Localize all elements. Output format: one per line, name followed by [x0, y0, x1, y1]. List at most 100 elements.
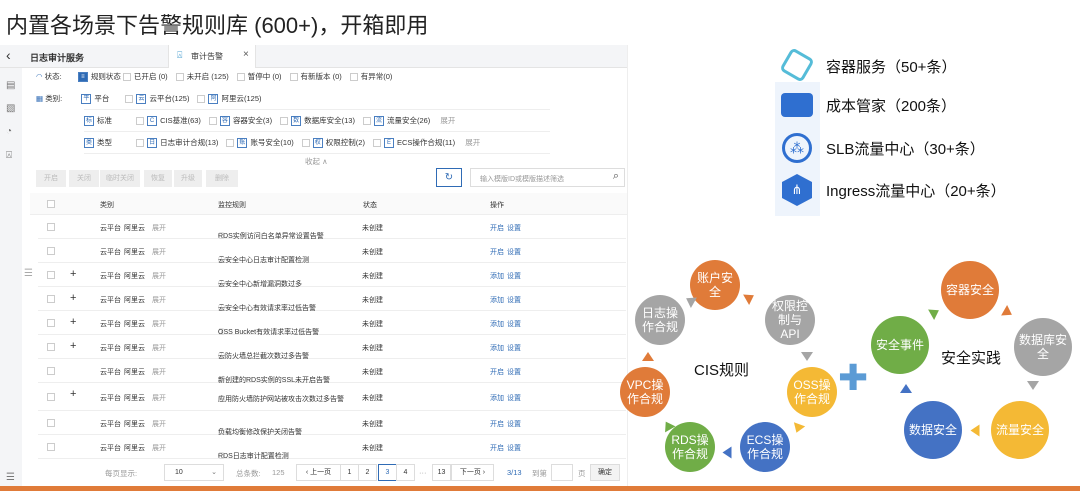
- filter-option[interactable]: 权权限控制(2): [301, 138, 365, 149]
- action-primary[interactable]: 开启: [490, 223, 504, 233]
- document-icon[interactable]: ▤: [6, 80, 15, 91]
- expand-link[interactable]: 展开: [152, 247, 166, 257]
- row-checkbox[interactable]: [47, 367, 55, 375]
- checkbox[interactable]: [372, 139, 381, 148]
- report-icon[interactable]: ▧: [6, 103, 15, 114]
- checkbox[interactable]: [125, 95, 134, 104]
- checkbox[interactable]: [175, 73, 184, 82]
- checkbox[interactable]: [136, 139, 145, 148]
- row-checkbox[interactable]: [47, 247, 55, 255]
- checkbox[interactable]: [280, 117, 289, 126]
- action-primary[interactable]: 添加: [490, 319, 504, 329]
- checkbox[interactable]: [301, 139, 310, 148]
- filter-option[interactable]: 未开启 (125): [175, 72, 229, 82]
- row-checkbox[interactable]: [47, 393, 55, 401]
- row-checkbox[interactable]: [47, 343, 55, 351]
- filter-option[interactable]: 阿阿里云(125): [197, 94, 262, 105]
- expand-link[interactable]: 展开: [152, 419, 166, 429]
- row-checkbox[interactable]: [47, 223, 55, 231]
- expand-link[interactable]: 展开: [152, 223, 166, 233]
- confirm-button[interactable]: 确定: [590, 464, 620, 481]
- expand-link[interactable]: 展开: [152, 393, 166, 403]
- expand-link[interactable]: 展开: [465, 138, 480, 147]
- action-settings[interactable]: 设置: [507, 247, 521, 257]
- toolbar-button[interactable]: 临时关闭: [100, 170, 140, 187]
- page-3-current[interactable]: 3: [378, 464, 397, 481]
- toolbar-button[interactable]: 删除: [206, 170, 238, 187]
- filter-option[interactable]: 账账号安全(10): [226, 138, 294, 149]
- toolbar-button[interactable]: 恢复: [144, 170, 172, 187]
- page-13[interactable]: 13: [432, 464, 451, 481]
- filter-option[interactable]: C CIS基准(63): [136, 116, 201, 127]
- expand-link[interactable]: 展开: [152, 319, 166, 329]
- alert-icon[interactable]: ⍓: [6, 150, 12, 161]
- refresh-button[interactable]: ↻: [436, 168, 462, 187]
- checkbox[interactable]: [349, 73, 358, 82]
- filter-option[interactable]: E ECS操作合规(11): [372, 138, 455, 149]
- filter-option[interactable]: 云云平台(125): [125, 94, 189, 105]
- checkbox[interactable]: [136, 117, 145, 126]
- action-settings[interactable]: 设置: [507, 343, 521, 353]
- prev-page-button[interactable]: ‹ 上一页: [296, 464, 341, 481]
- plus-icon[interactable]: +: [70, 388, 76, 400]
- close-icon[interactable]: ×: [243, 49, 249, 60]
- help-icon[interactable]: ⓘ: [218, 395, 225, 405]
- action-primary[interactable]: 开启: [490, 419, 504, 429]
- page-1[interactable]: 1: [340, 464, 359, 481]
- action-primary[interactable]: 添加: [490, 393, 504, 403]
- filter-option[interactable]: 数数据库安全(13): [280, 116, 355, 127]
- row-checkbox[interactable]: [47, 271, 55, 279]
- filter-option[interactable]: 容容器安全(3): [208, 116, 272, 127]
- action-settings[interactable]: 设置: [507, 319, 521, 329]
- checkbox[interactable]: [362, 117, 371, 126]
- collapse-handle-icon[interactable]: ☰: [24, 268, 33, 279]
- collapse-link[interactable]: 收起 ∧: [305, 156, 328, 167]
- search-input[interactable]: 输入模版ID或模版描述筛选 ⌕: [470, 168, 625, 187]
- select-all-checkbox[interactable]: [47, 200, 55, 208]
- checkbox[interactable]: [197, 95, 206, 104]
- plus-icon[interactable]: +: [70, 292, 76, 304]
- expand-link[interactable]: 展开: [440, 116, 455, 125]
- action-settings[interactable]: 设置: [507, 271, 521, 281]
- filter-option[interactable]: 日日志审计合规(13): [136, 138, 218, 149]
- per-page-select[interactable]: 10 ⌄: [164, 464, 224, 481]
- goto-page-input[interactable]: [551, 464, 573, 481]
- plus-icon[interactable]: +: [70, 340, 76, 352]
- action-settings[interactable]: 设置: [507, 443, 521, 453]
- expand-link[interactable]: 展开: [152, 367, 166, 377]
- expand-link[interactable]: 展开: [152, 271, 166, 281]
- filter-option[interactable]: 有新版本 (0): [289, 72, 342, 82]
- action-primary[interactable]: 开启: [490, 367, 504, 377]
- action-primary[interactable]: 添加: [490, 343, 504, 353]
- back-icon[interactable]: ‹: [6, 47, 11, 63]
- plus-icon[interactable]: +: [70, 268, 76, 280]
- row-checkbox[interactable]: [47, 419, 55, 427]
- row-checkbox[interactable]: [47, 443, 55, 451]
- plus-icon[interactable]: +: [70, 316, 76, 328]
- action-settings[interactable]: 设置: [507, 393, 521, 403]
- help-icon[interactable]: ⓘ: [218, 451, 225, 461]
- menu-icon[interactable]: ☰: [6, 472, 15, 483]
- checkbox[interactable]: [208, 117, 217, 126]
- tab-audit-alert[interactable]: ⍓ 审计告警 ×: [168, 45, 256, 68]
- next-page-button[interactable]: 下一页 ›: [451, 464, 494, 481]
- filter-option[interactable]: 已开启 (0): [122, 72, 168, 82]
- chart-icon[interactable]: ◔: [6, 126, 12, 137]
- page-2[interactable]: 2: [358, 464, 377, 481]
- checkbox[interactable]: [236, 73, 245, 82]
- expand-link[interactable]: 展开: [152, 295, 166, 305]
- expand-link[interactable]: 展开: [152, 343, 166, 353]
- page-4[interactable]: 4: [396, 464, 415, 481]
- checkbox[interactable]: [289, 73, 298, 82]
- filter-option[interactable]: 暂停中 (0): [236, 72, 282, 82]
- toolbar-button[interactable]: 开启: [36, 170, 66, 187]
- filter-option[interactable]: 有异常(0): [349, 72, 392, 82]
- toolbar-button[interactable]: 升级: [174, 170, 202, 187]
- toolbar-button[interactable]: 关闭: [69, 170, 99, 187]
- action-settings[interactable]: 设置: [507, 367, 521, 377]
- action-primary[interactable]: 开启: [490, 247, 504, 257]
- row-checkbox[interactable]: [47, 319, 55, 327]
- expand-link[interactable]: 展开: [152, 443, 166, 453]
- action-primary[interactable]: 开启: [490, 443, 504, 453]
- action-settings[interactable]: 设置: [507, 419, 521, 429]
